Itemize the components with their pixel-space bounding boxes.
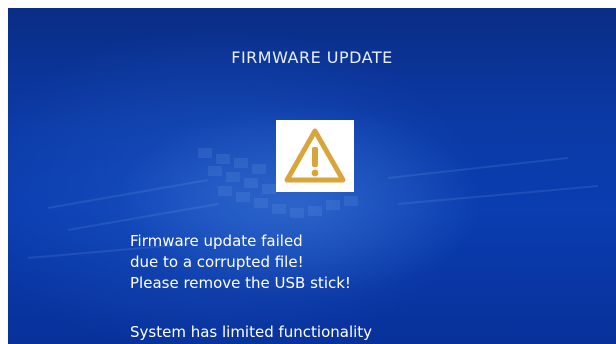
message-line: Please remove the USB stick!	[130, 274, 351, 292]
error-message: Firmware update failed due to a corrupte…	[130, 231, 590, 294]
firmware-update-screen: FIRMWARE UPDATE Firmware update failed d…	[8, 8, 616, 344]
message-line: due to a corrupted file!	[130, 253, 304, 271]
message-line: Firmware update failed	[130, 232, 303, 250]
warning-triangle-icon	[284, 128, 346, 183]
page-title: FIRMWARE UPDATE	[231, 48, 393, 67]
status-text: System has limited functionality	[130, 323, 373, 341]
warning-icon-box	[276, 120, 354, 192]
